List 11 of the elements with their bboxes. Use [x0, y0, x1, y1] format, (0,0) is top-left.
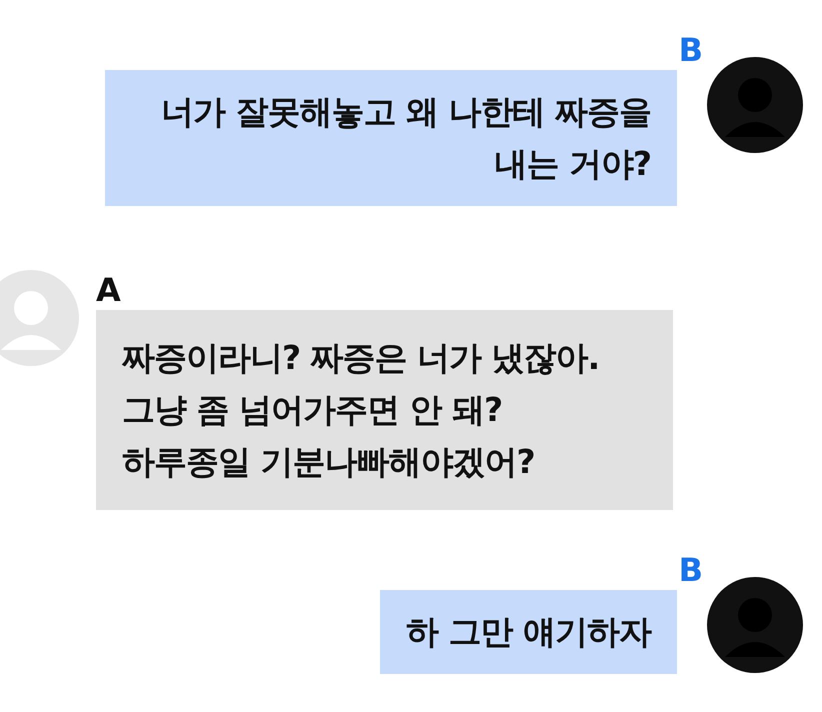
avatar-icon: [707, 577, 803, 673]
message-text: 짜증이라니? 짜증은 너가 냈잖아.: [122, 337, 600, 379]
message-text: 하루종일 기분나빠해야겠어?: [122, 441, 535, 483]
message-text: 그냥 좀 넘어가주면 안 돼?: [122, 389, 502, 431]
sender-name: A: [96, 270, 121, 310]
sender-name: B: [678, 550, 704, 590]
message-text: 내는 거야?: [494, 143, 651, 185]
sender-name: B: [678, 30, 704, 70]
message-text: 하 그만 얘기하자: [406, 611, 651, 653]
message-text: 너가 잘못해놓고 왜 나한테 짜증을: [161, 91, 651, 133]
avatar-icon: [707, 57, 803, 153]
